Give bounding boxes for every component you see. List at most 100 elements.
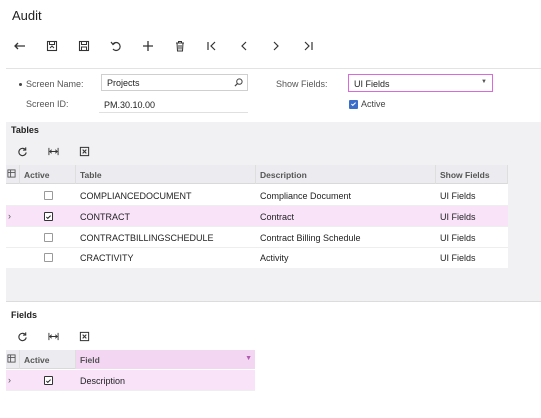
fields-section-title: Fields	[11, 310, 38, 320]
active-cell[interactable]	[20, 227, 76, 248]
export-excel-button[interactable]	[76, 144, 92, 158]
row-active-checkbox[interactable]	[43, 191, 53, 200]
row-active-checkbox[interactable]	[43, 212, 53, 221]
fit-columns-button[interactable]	[45, 144, 61, 158]
screen-name-field[interactable]: Projects	[101, 74, 248, 91]
add-button[interactable]	[138, 37, 158, 55]
col-header-table[interactable]: Table	[76, 165, 256, 184]
page-title: Audit	[12, 8, 42, 23]
previous-record-button[interactable]	[234, 37, 254, 55]
col-header-field[interactable]: Field ▼	[76, 350, 255, 369]
row-selector-header	[6, 165, 20, 184]
back-arrow-icon	[14, 42, 25, 50]
table-row-selected[interactable]: › CONTRACT Contract UI Fields	[6, 206, 508, 227]
prev-icon	[241, 41, 247, 51]
check-icon	[45, 378, 51, 383]
excel-icon	[79, 331, 89, 341]
screen-id-value: PM.30.10.00	[99, 98, 248, 113]
tables-grid: Active Table Description Show Fields COM…	[6, 165, 508, 268]
col-header-show-fields[interactable]: Show Fields	[436, 165, 508, 184]
save-button[interactable]	[74, 37, 94, 55]
show-fields-value: UI Fields	[354, 79, 390, 89]
save-close-icon	[46, 40, 58, 52]
cancel-button[interactable]	[106, 37, 126, 55]
check-icon	[45, 214, 51, 219]
table-cell: CONTRACTBILLINGSCHEDULE	[80, 233, 214, 243]
active-cell[interactable]	[20, 206, 76, 227]
show-fields-label: Show Fields:	[276, 79, 328, 89]
row-active-checkbox[interactable]	[43, 253, 53, 262]
screen-name-label: Screen Name:	[26, 79, 84, 89]
screen-id-label: Screen ID:	[26, 99, 69, 109]
export-excel-button[interactable]	[76, 329, 92, 343]
next-record-button[interactable]	[266, 37, 286, 55]
section-divider	[6, 301, 541, 302]
grid-menu-icon[interactable]	[7, 354, 16, 363]
description-cell: Contract	[260, 212, 295, 222]
last-record-button[interactable]	[298, 37, 318, 55]
fields-grid-header: Active Field ▼	[6, 350, 255, 369]
col-header-active[interactable]: Active	[20, 165, 76, 184]
fit-width-icon	[47, 332, 59, 340]
active-cell[interactable]	[20, 247, 76, 268]
refresh-button[interactable]	[14, 144, 30, 158]
fit-columns-button[interactable]	[45, 329, 61, 343]
fit-width-icon	[47, 147, 59, 155]
undo-icon	[110, 41, 121, 52]
fields-grid: Active Field ▼ › Description	[6, 350, 255, 391]
show-fields-cell: UI Fields	[440, 212, 476, 222]
col-header-description[interactable]: Description	[256, 165, 436, 184]
required-indicator	[19, 83, 22, 86]
table-row[interactable]: CRACTIVITY Activity UI Fields	[6, 247, 508, 268]
col-header-field-label: Field	[80, 355, 100, 365]
table-cell: COMPLIANCEDOCUMENT	[80, 191, 192, 201]
first-icon	[207, 41, 216, 51]
next-icon	[273, 41, 279, 51]
first-record-button[interactable]	[202, 37, 222, 55]
active-cell[interactable]	[20, 370, 76, 391]
save-icon	[78, 40, 90, 52]
show-fields-select[interactable]: UI Fields ▼	[348, 74, 493, 92]
delete-button[interactable]	[170, 37, 190, 55]
refresh-button[interactable]	[14, 329, 30, 343]
screen-name-value: Projects	[107, 78, 140, 88]
plus-icon	[143, 41, 153, 51]
tables-section-title: Tables	[11, 125, 39, 135]
search-icon[interactable]	[234, 78, 243, 87]
col-header-active[interactable]: Active	[20, 350, 76, 369]
description-cell: Activity	[260, 253, 289, 263]
table-cell: CONTRACT	[80, 212, 130, 222]
description-cell: Contract Billing Schedule	[260, 233, 361, 243]
form-header: Screen Name: Projects Screen ID: PM.30.1…	[6, 68, 541, 121]
refresh-icon	[17, 331, 27, 341]
row-active-checkbox[interactable]	[43, 376, 53, 385]
row-selector-header	[6, 350, 20, 369]
excel-icon	[79, 146, 89, 156]
active-checkbox[interactable]	[349, 99, 358, 109]
row-active-checkbox[interactable]	[43, 233, 53, 242]
table-row[interactable]: COMPLIANCEDOCUMENT Compliance Document U…	[6, 185, 508, 206]
grid-menu-icon[interactable]	[7, 169, 16, 178]
active-cell[interactable]	[20, 185, 76, 206]
refresh-icon	[17, 146, 27, 156]
show-fields-cell: UI Fields	[440, 253, 476, 263]
tables-grid-header: Active Table Description Show Fields	[6, 165, 508, 184]
active-checkbox-group: Active	[349, 99, 386, 109]
current-row-arrow-icon: ›	[8, 211, 11, 221]
show-fields-cell: UI Fields	[440, 233, 476, 243]
table-row[interactable]: CONTRACTBILLINGSCHEDULE Contract Billing…	[6, 227, 508, 248]
last-icon	[304, 41, 313, 51]
dropdown-arrow-icon: ▼	[481, 79, 487, 85]
field-row-selected[interactable]: › Description	[6, 370, 255, 391]
save-and-close-button[interactable]	[42, 37, 62, 55]
check-icon	[351, 102, 356, 107]
filter-icon[interactable]: ▼	[245, 355, 252, 362]
active-label: Active	[361, 99, 386, 109]
field-cell: Description	[80, 376, 126, 386]
description-cell: Compliance Document	[260, 191, 352, 201]
table-cell: CRACTIVITY	[80, 253, 134, 263]
undo-back-button[interactable]	[10, 37, 30, 55]
show-fields-cell: UI Fields	[440, 191, 476, 201]
current-row-arrow-icon: ›	[8, 375, 11, 385]
trash-icon	[176, 41, 184, 52]
